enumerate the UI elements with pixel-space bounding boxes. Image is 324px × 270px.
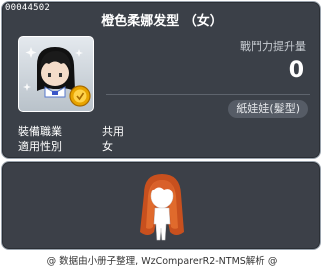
character-preview: [140, 174, 184, 241]
coin-icon: [69, 85, 91, 107]
preview-panel: [1, 161, 321, 250]
item-tooltip-panel: 00044502 橙色柔娜发型 （女） 戰鬥力提升量 0 紙娃娃(髮型) 裝備職…: [1, 1, 321, 159]
stat-label: 適用性別: [18, 140, 62, 153]
power-value: 0: [288, 58, 304, 83]
item-name: 橙色柔娜发型 （女）: [101, 14, 223, 29]
stat-value: 共用: [102, 125, 124, 138]
stat-value: 女: [102, 140, 113, 153]
stat-row-job: 裝備職業 共用: [18, 123, 124, 139]
divider: [106, 94, 310, 95]
category-tag: 紙娃娃(髮型): [228, 100, 308, 118]
stat-label: 裝備職業: [18, 125, 62, 138]
power-label: 戰鬥力提升量: [240, 40, 306, 53]
footer-credit: @ 数据由小册子整理, WzComparerR2-NTMS解析 @: [46, 256, 278, 267]
item-icon-frame: [18, 36, 94, 112]
stat-row-gender: 適用性別 女: [18, 138, 113, 154]
